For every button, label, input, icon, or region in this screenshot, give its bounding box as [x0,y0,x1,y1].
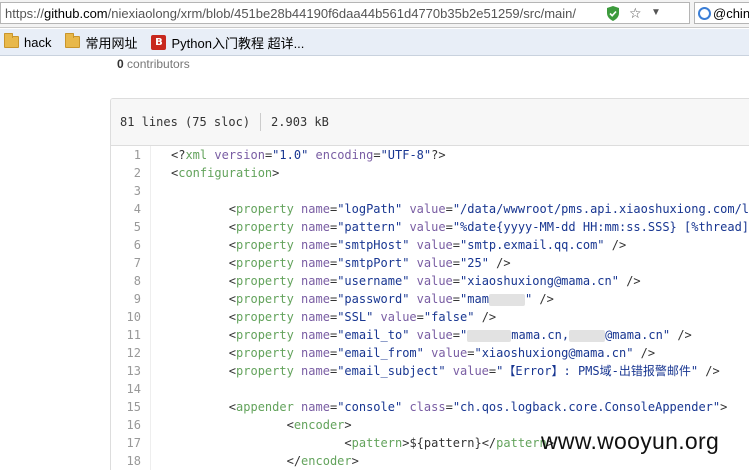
bookmark-python-tutorial[interactable]: B Python入门教程 超详... [151,33,304,52]
line-number[interactable]: 6 [111,236,151,254]
code-line: 5 <property name="pattern" value="%date{… [111,218,749,236]
chevron-down-icon[interactable]: ▼ [651,6,665,20]
line-number[interactable]: 15 [111,398,151,416]
code-line: 11 <property name="email_to" value=" mama… [111,326,749,344]
bookmark-common-sites[interactable]: 常用网址 [65,33,137,52]
code-line: 13 <property name="email_subject" value=… [111,362,749,380]
code-line: 9 <property name="password" value="mam " … [111,290,749,308]
line-number[interactable]: 18 [111,452,151,470]
code-line: 6 <property name="smtpHost" value="smtp.… [111,236,749,254]
line-number[interactable]: 12 [111,344,151,362]
divider [260,113,262,131]
favorite-star-icon[interactable]: ☆ [629,5,645,21]
code-line: 2 <configuration> [111,164,749,182]
line-number[interactable]: 1 [111,146,151,164]
python-tutorial-icon: B [151,34,167,50]
redacted-text [488,293,525,306]
line-number[interactable]: 7 [111,254,151,272]
shield-icon[interactable] [606,6,620,21]
redacted-text [467,329,512,342]
code-line: 8 <property name="username" value="xiaos… [111,272,749,290]
file-line-count: 81 lines (75 sloc) [120,115,251,129]
file-viewer: 81 lines (75 sloc) 2.903 kB 1 <?xml vers… [110,98,749,470]
file-header: 81 lines (75 sloc) 2.903 kB [111,99,749,146]
bookmarks-bar: hack 常用网址 B Python入门教程 超详... [0,29,749,56]
redacted-text [569,329,606,342]
contributors-count[interactable]: 0 contributors [117,57,190,71]
line-number[interactable]: 8 [111,272,151,290]
code-line: 14 [111,380,749,398]
line-number[interactable]: 4 [111,200,151,218]
folder-icon [4,33,19,48]
line-number[interactable]: 10 [111,308,151,326]
line-number[interactable]: 13 [111,362,151,380]
line-number[interactable]: 11 [111,326,151,344]
line-number[interactable]: 5 [111,218,151,236]
line-number[interactable]: 17 [111,434,151,452]
search-input[interactable]: @chin [694,2,749,24]
browser-address-bar: https://github.com/niexiaolong/xrm/blob/… [0,0,749,28]
bookmark-hack[interactable]: hack [4,33,51,50]
code-line: 15 <appender name="console" class="ch.qo… [111,398,749,416]
search-engine-icon [698,6,711,20]
code-line: 4 <property name="logPath" value="/data/… [111,200,749,218]
code-line: 12 <property name="email_from" value="xi… [111,344,749,362]
line-number[interactable]: 16 [111,416,151,434]
code-line: 3 [111,182,749,200]
code-line: 7 <property name="smtpPort" value="25" /… [111,254,749,272]
code-line: 10 <property name="SSL" value="false" /> [111,308,749,326]
file-size: 2.903 kB [271,115,329,129]
watermark-text: www.wooyun.org [541,428,720,454]
url-field[interactable]: https://github.com/niexiaolong/xrm/blob/… [0,2,690,24]
folder-icon [65,33,81,48]
line-number[interactable]: 3 [111,182,151,200]
code-line: 1 <?xml version="1.0" encoding="UTF-8"?> [111,146,749,164]
code-view: 1 <?xml version="1.0" encoding="UTF-8"?>… [111,146,749,470]
line-number[interactable]: 9 [111,290,151,308]
url-text: https://github.com/niexiaolong/xrm/blob/… [5,5,577,21]
line-number[interactable]: 14 [111,380,151,398]
line-number[interactable]: 2 [111,164,151,182]
